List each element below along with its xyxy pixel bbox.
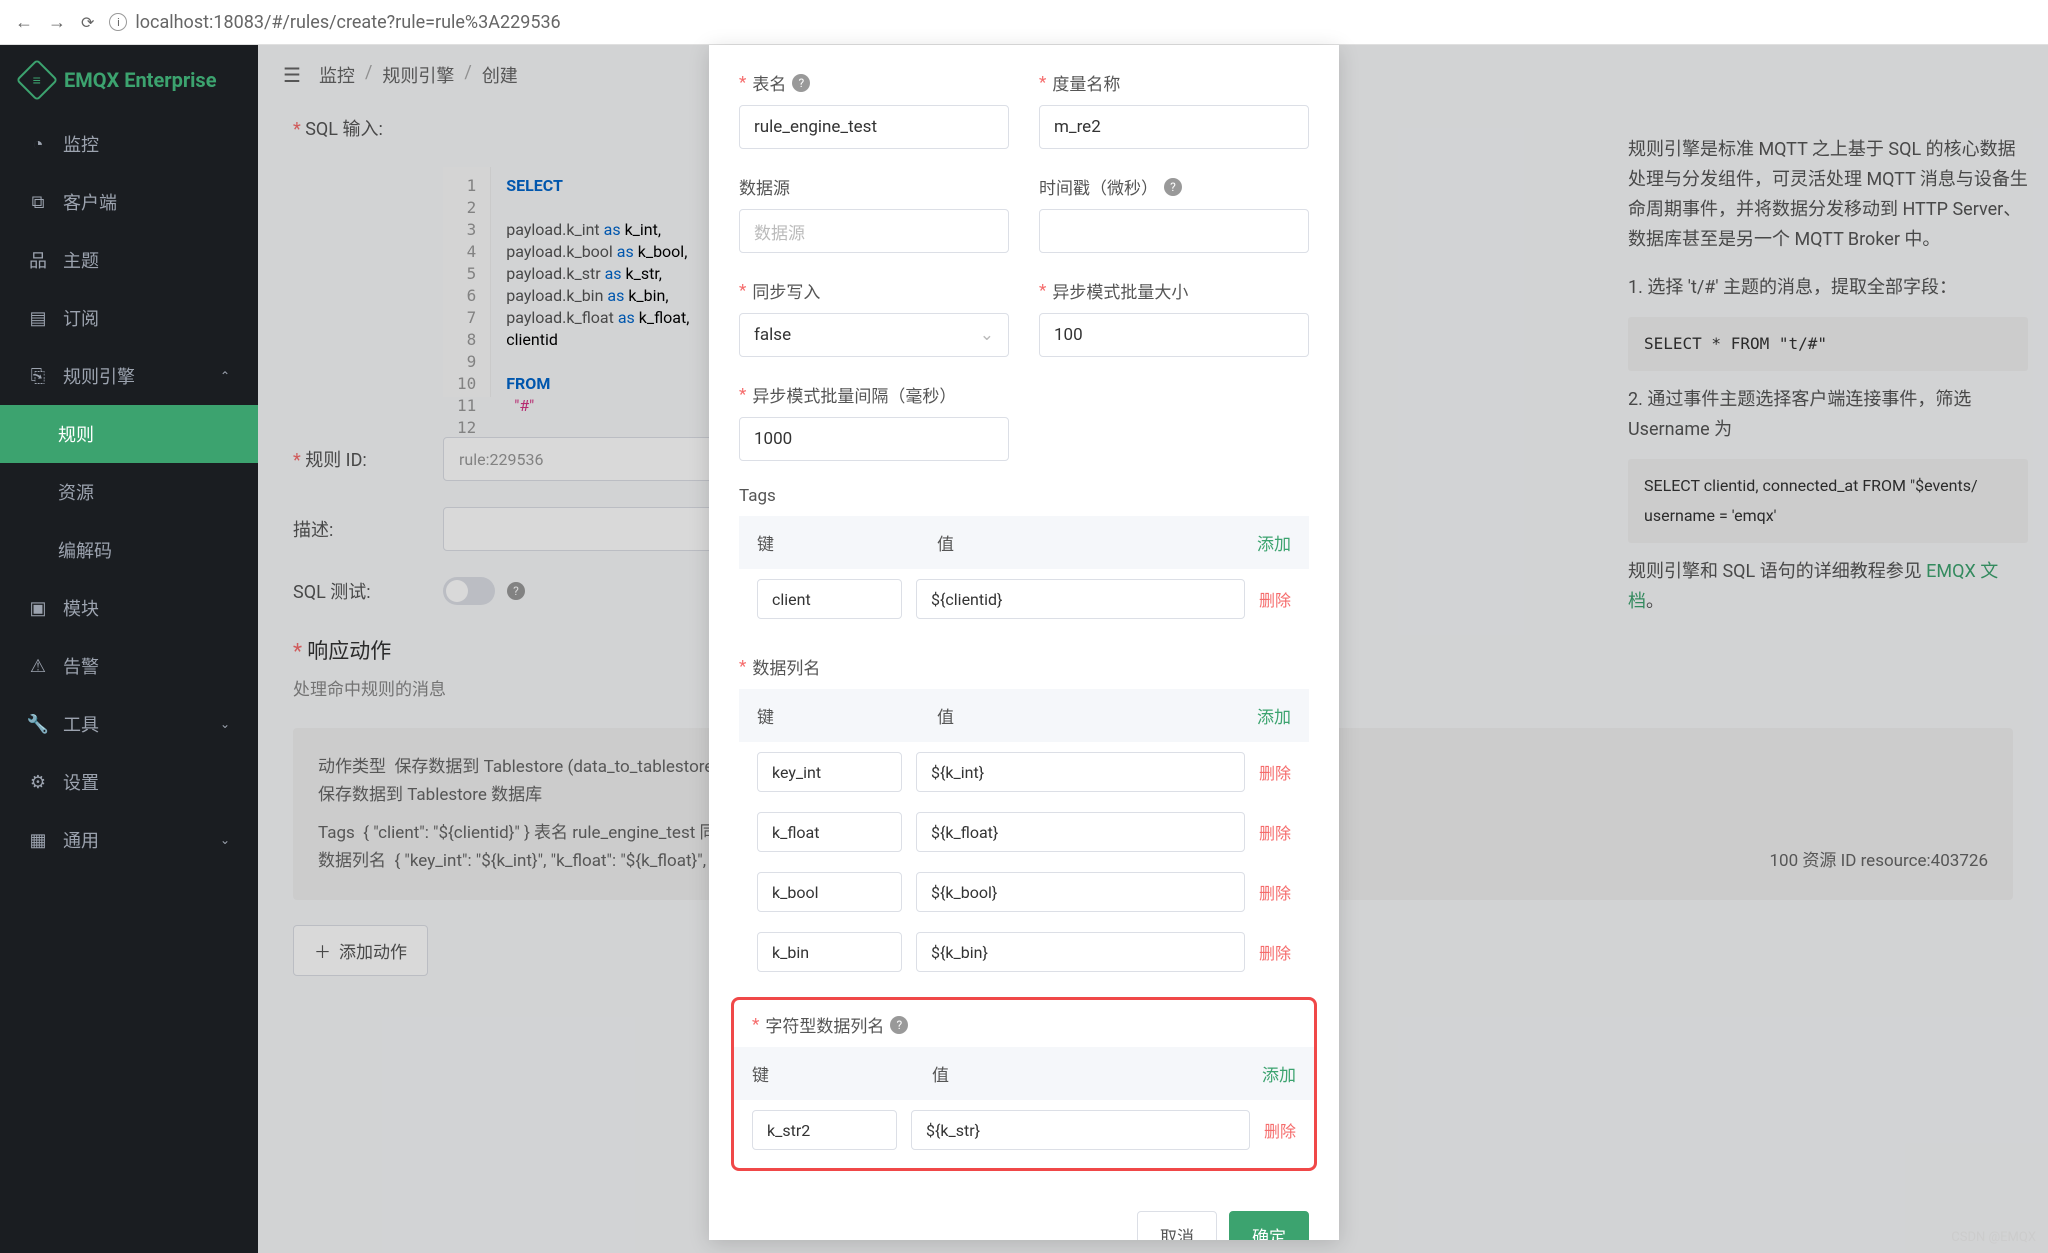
batch-interval-input[interactable]: 1000 xyxy=(739,417,1009,461)
wrench-icon: 🔧 xyxy=(28,714,48,734)
timestamp-input[interactable] xyxy=(1039,209,1309,253)
tree-icon: 品 xyxy=(28,250,48,270)
table-row: k_bool ${k_bool} 删除 xyxy=(739,862,1309,922)
forward-icon[interactable]: → xyxy=(48,12,66,33)
str-cols-label: 字符型数据列名 xyxy=(765,1012,884,1037)
table-row: key_int ${k_int} 删除 xyxy=(739,742,1309,802)
sidebar-item-rule-engine[interactable]: ⎘规则引擎⌃ xyxy=(0,347,258,405)
sidebar: ≡ EMQX Enterprise ◔监控 ⧉客户端 品主题 ▤订阅 ⎘规则引擎… xyxy=(0,45,258,1253)
delete-button[interactable]: 删除 xyxy=(1259,820,1291,844)
chevron-down-icon: ⌄ xyxy=(220,717,230,731)
help-icon[interactable]: ? xyxy=(1164,178,1182,196)
sidebar-item-tools[interactable]: 🔧工具⌄ xyxy=(0,695,258,753)
sidebar-item-rules[interactable]: 规则 xyxy=(0,405,258,463)
delete-button[interactable]: 删除 xyxy=(1259,940,1291,964)
table-row: k_str2 ${k_str} 删除 xyxy=(734,1100,1314,1160)
delete-button[interactable]: 删除 xyxy=(1259,880,1291,904)
col-key-input[interactable]: k_float xyxy=(757,812,902,852)
watermark: CSDN @EMQX xyxy=(1951,1230,2036,1245)
refresh-icon[interactable]: ⟳ xyxy=(81,13,94,32)
sidebar-item-general[interactable]: ▦通用⌄ xyxy=(0,811,258,869)
table-row: k_bin ${k_bin} 删除 xyxy=(739,922,1309,982)
tags-label: Tags xyxy=(739,486,1309,506)
gauge-icon: ◔ xyxy=(28,134,48,154)
datasource-input[interactable]: 数据源 xyxy=(739,209,1009,253)
sidebar-item-schema[interactable]: 编解码 xyxy=(0,521,258,579)
info-icon: i xyxy=(109,13,127,31)
chevron-up-icon: ⌃ xyxy=(220,369,230,383)
delete-button[interactable]: 删除 xyxy=(1259,587,1291,611)
str-value-input[interactable]: ${k_str} xyxy=(911,1110,1250,1150)
timestamp-label: 时间戳（微秒） xyxy=(1039,174,1158,199)
str-cols-add-button[interactable]: 添加 xyxy=(1262,1061,1296,1086)
table-name-input[interactable]: rule_engine_test xyxy=(739,105,1009,149)
table-row: client ${clientid} 删除 xyxy=(739,569,1309,629)
url-bar[interactable]: i localhost:18083/#/rules/create?rule=ru… xyxy=(109,12,560,33)
browser-bar: ← → ⟳ i localhost:18083/#/rules/create?r… xyxy=(0,0,2048,45)
str-key-input[interactable]: k_str2 xyxy=(752,1110,897,1150)
module-icon: ▣ xyxy=(28,598,48,618)
col-key-input[interactable]: k_bool xyxy=(757,872,902,912)
sidebar-item-resources[interactable]: 资源 xyxy=(0,463,258,521)
metric-label: 度量名称 xyxy=(1039,70,1309,95)
bell-icon: ⚠ xyxy=(28,656,48,676)
confirm-button[interactable]: 确定 xyxy=(1229,1211,1309,1240)
cancel-button[interactable]: 取消 xyxy=(1137,1211,1217,1240)
modal: 表名? rule_engine_test 度量名称 m_re2 数据源 数据源 … xyxy=(709,45,1339,1240)
batch-interval-label: 异步模式批量间隔（毫秒） xyxy=(739,382,1009,407)
tags-header: 键 值 添加 xyxy=(739,516,1309,569)
sidebar-item-clients[interactable]: ⧉客户端 xyxy=(0,173,258,231)
sidebar-item-settings[interactable]: ⚙设置 xyxy=(0,753,258,811)
chevron-down-icon: ⌄ xyxy=(980,325,994,345)
chevron-down-icon: ⌄ xyxy=(220,833,230,847)
sync-label: 同步写入 xyxy=(739,278,1009,303)
table-name-label: 表名 xyxy=(752,70,786,95)
delete-button[interactable]: 删除 xyxy=(1264,1118,1296,1142)
grid-icon: ▦ xyxy=(28,830,48,850)
col-value-input[interactable]: ${k_int} xyxy=(916,752,1245,792)
sidebar-item-subscriptions[interactable]: ▤订阅 xyxy=(0,289,258,347)
delete-button[interactable]: 删除 xyxy=(1259,760,1291,784)
batch-size-input[interactable]: 100 xyxy=(1039,313,1309,357)
brand-label: EMQX Enterprise xyxy=(64,68,217,92)
back-icon[interactable]: ← xyxy=(15,12,33,33)
help-icon[interactable]: ? xyxy=(890,1016,908,1034)
cols-add-button[interactable]: 添加 xyxy=(1257,703,1291,728)
col-key-input[interactable]: k_bin xyxy=(757,932,902,972)
gear-icon: ⚙ xyxy=(28,772,48,792)
sync-select[interactable]: false⌄ xyxy=(739,313,1009,357)
cols-header: 键 值 添加 xyxy=(739,689,1309,742)
url-text: localhost:18083/#/rules/create?rule=rule… xyxy=(135,12,560,33)
sidebar-item-alarms[interactable]: ⚠告警 xyxy=(0,637,258,695)
col-value-input[interactable]: ${k_bool} xyxy=(916,872,1245,912)
str-cols-section: 字符型数据列名? 键 值 添加 k_str2 ${k_str} 删除 xyxy=(731,997,1317,1171)
batch-size-label: 异步模式批量大小 xyxy=(1039,278,1309,303)
flow-icon: ⎘ xyxy=(28,366,48,386)
col-key-input[interactable]: key_int xyxy=(757,752,902,792)
tag-value-input[interactable]: ${clientid} xyxy=(916,579,1245,619)
datasource-label: 数据源 xyxy=(739,174,1009,199)
help-icon[interactable]: ? xyxy=(792,74,810,92)
logo-icon: ≡ xyxy=(16,59,58,101)
metric-input[interactable]: m_re2 xyxy=(1039,105,1309,149)
list-icon: ▤ xyxy=(28,308,48,328)
tags-add-button[interactable]: 添加 xyxy=(1257,530,1291,555)
sidebar-item-modules[interactable]: ▣模块 xyxy=(0,579,258,637)
sidebar-item-monitor[interactable]: ◔监控 xyxy=(0,115,258,173)
table-row: k_float ${k_float} 删除 xyxy=(739,802,1309,862)
devices-icon: ⧉ xyxy=(28,192,48,212)
tag-key-input[interactable]: client xyxy=(757,579,902,619)
sidebar-item-topics[interactable]: 品主题 xyxy=(0,231,258,289)
col-value-input[interactable]: ${k_bin} xyxy=(916,932,1245,972)
col-value-input[interactable]: ${k_float} xyxy=(916,812,1245,852)
str-cols-header: 键 值 添加 xyxy=(734,1047,1314,1100)
logo[interactable]: ≡ EMQX Enterprise xyxy=(0,45,258,115)
cols-label: 数据列名 xyxy=(739,654,1309,679)
